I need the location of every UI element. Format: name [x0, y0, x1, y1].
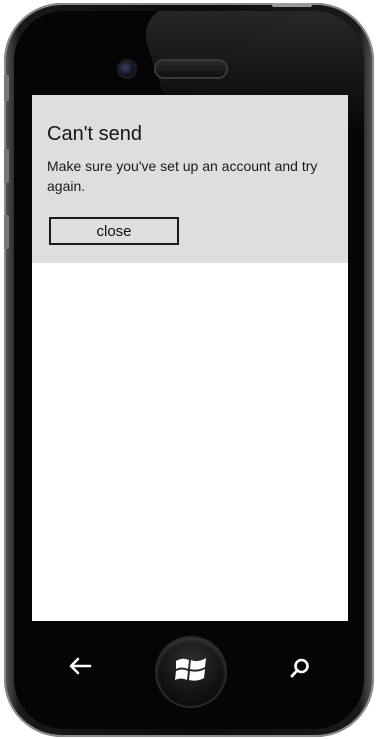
dialog-title: Can't send — [47, 123, 142, 145]
close-button[interactable]: close — [49, 217, 179, 245]
front-camera — [119, 61, 135, 77]
home-button[interactable] — [157, 638, 225, 706]
dialog-message: Make sure you've set up an account and t… — [47, 158, 318, 194]
phone-screen: Can't send Make sure you've set up an ac… — [32, 95, 348, 621]
volume-up-button — [4, 149, 9, 183]
search-icon[interactable] — [289, 657, 311, 679]
error-dialog: Can't send Make sure you've set up an ac… — [32, 95, 348, 263]
mute-switch — [4, 75, 9, 101]
volume-down-button — [4, 215, 9, 249]
windows-logo-icon — [174, 655, 208, 689]
earpiece-speaker — [156, 61, 226, 77]
device-stage: Can't send Make sure you've set up an ac… — [0, 0, 378, 739]
back-arrow-icon[interactable] — [68, 656, 94, 676]
power-button — [272, 3, 312, 7]
